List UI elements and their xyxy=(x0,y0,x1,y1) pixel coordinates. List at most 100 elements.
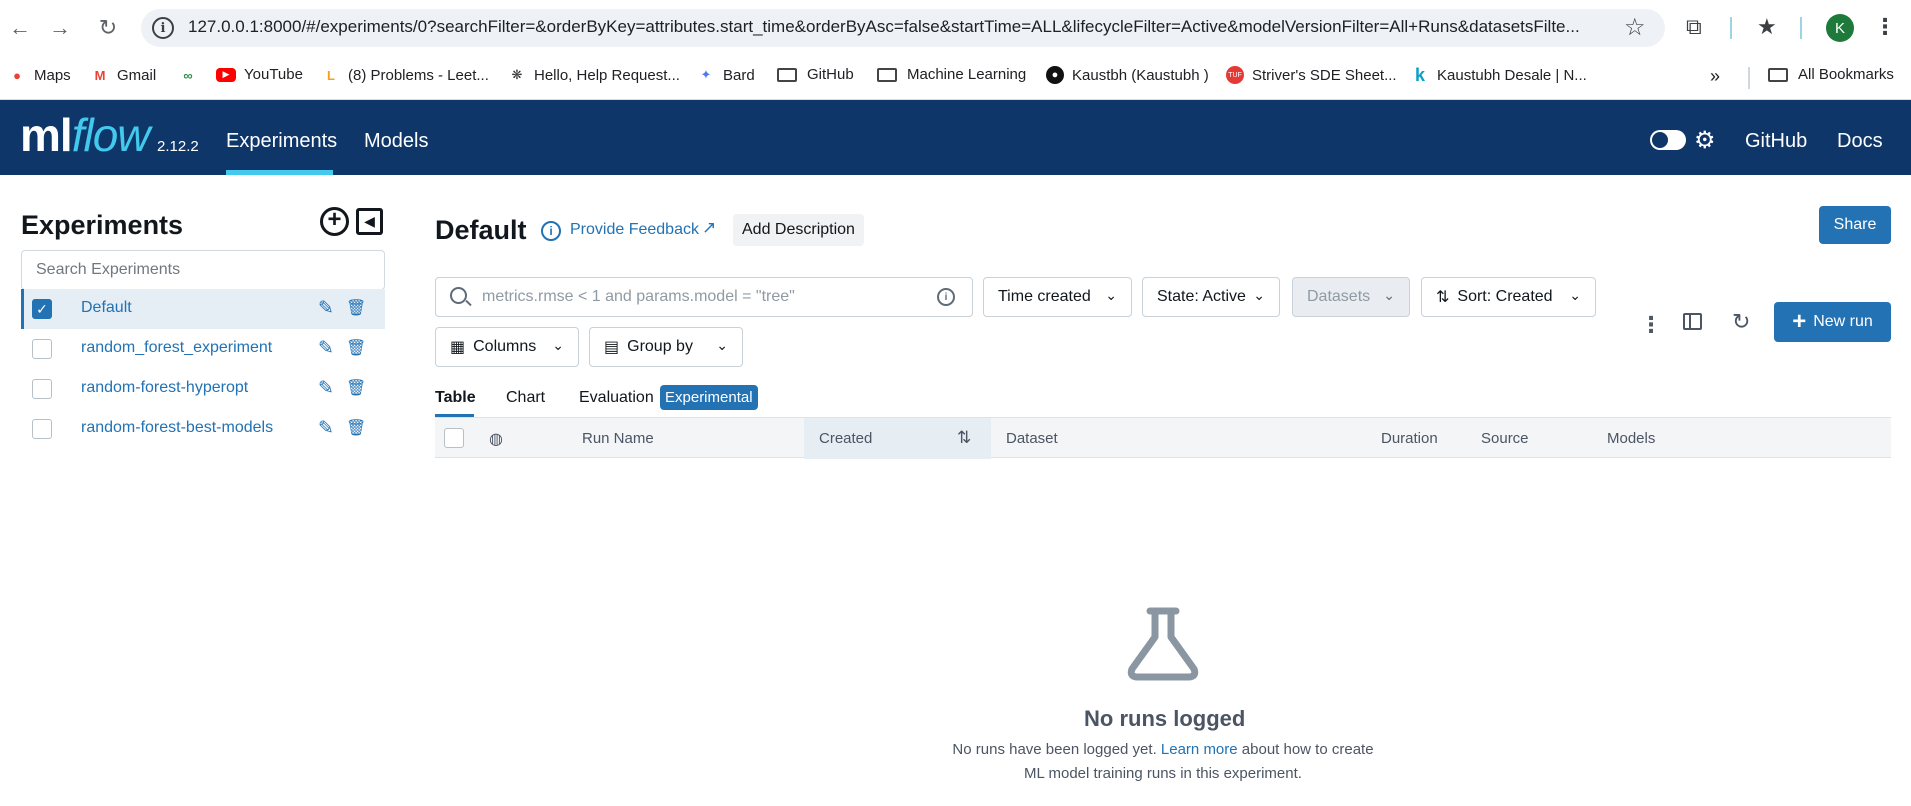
chevron-down-icon: ⌄ xyxy=(1253,287,1265,303)
column-models[interactable]: Models xyxy=(1607,430,1655,447)
add-description-button[interactable]: Add Description xyxy=(733,214,864,246)
run-search-input[interactable] xyxy=(482,278,942,316)
column-run-name[interactable]: Run Name xyxy=(582,430,654,447)
nav-models[interactable]: Models xyxy=(364,130,428,153)
column-duration[interactable]: Duration xyxy=(1381,430,1438,447)
learn-more-link[interactable]: Learn more xyxy=(1161,741,1238,758)
experiment-checkbox[interactable] xyxy=(32,379,52,399)
group-by-icon: ▤ xyxy=(604,339,620,356)
state-dropdown[interactable]: State: Active ⌄ xyxy=(1142,277,1280,317)
new-run-button[interactable]: + New run xyxy=(1774,302,1891,342)
column-source[interactable]: Source xyxy=(1481,430,1529,447)
bookmark-striver[interactable]: TUF Striver's SDE Sheet... xyxy=(1226,66,1397,84)
share-button[interactable]: Share xyxy=(1819,206,1891,244)
external-link-icon[interactable]: ↗ xyxy=(702,218,716,238)
edit-icon[interactable]: ✎ xyxy=(318,297,334,320)
dark-mode-toggle[interactable] xyxy=(1650,130,1686,150)
experiment-row[interactable]: random-forest-hyperopt ✎ 🗑 xyxy=(21,369,385,409)
tab-chart[interactable]: Chart xyxy=(506,389,545,407)
experiment-name[interactable]: random-forest-best-models xyxy=(81,419,273,437)
bookmark-youtube[interactable]: ▶ YouTube xyxy=(216,66,303,83)
experiment-checkbox[interactable] xyxy=(32,339,52,359)
bookmark-leetcode[interactable]: L (8) Problems - Leet... xyxy=(322,66,489,84)
columns-dropdown[interactable]: ▦ Columns ⌄ xyxy=(435,327,579,367)
experiment-checkbox[interactable] xyxy=(32,419,52,439)
sun-icon: ⚙ xyxy=(1694,127,1716,154)
bookmarks-manager-icon[interactable]: ★ xyxy=(1757,14,1777,40)
collapse-sidebar-icon[interactable]: ◀ xyxy=(356,208,383,235)
bookmark-star-icon[interactable]: ☆ xyxy=(1624,13,1646,42)
github-link[interactable]: GitHub xyxy=(1745,130,1807,153)
forward-icon[interactable]: → xyxy=(46,14,74,42)
edit-icon[interactable]: ✎ xyxy=(318,377,334,400)
experiment-checkbox[interactable]: ✓ xyxy=(32,299,52,319)
more-bookmarks-icon[interactable]: » xyxy=(1710,66,1720,87)
site-info-icon[interactable]: i xyxy=(152,17,174,39)
sidebar-title: Experiments xyxy=(21,210,184,240)
delete-icon[interactable]: 🗑 xyxy=(346,418,366,438)
bookmarks-bar: ● Maps M Gmail ∞ ▶ YouTube L (8) Problem… xyxy=(0,56,1911,100)
edit-icon[interactable]: ✎ xyxy=(318,337,334,360)
run-search[interactable]: i xyxy=(435,277,973,317)
chevron-down-icon: ⌄ xyxy=(552,337,564,353)
folder-icon xyxy=(777,67,797,82)
sort-dropdown[interactable]: ⇅ Sort: Created ⌄ xyxy=(1421,277,1596,317)
tab-evaluation[interactable]: Evaluation xyxy=(579,389,654,407)
bookmark-gmail[interactable]: M Gmail xyxy=(91,66,157,84)
edit-icon[interactable]: ✎ xyxy=(318,417,334,440)
experiment-name[interactable]: random_forest_experiment xyxy=(81,339,272,357)
sort-icon: ⇅ xyxy=(1436,289,1450,306)
toggle-panel-icon[interactable] xyxy=(1683,313,1702,330)
delete-icon[interactable]: 🗑 xyxy=(346,378,366,398)
visibility-off-icon[interactable]: ◍ xyxy=(489,429,503,449)
experiment-row[interactable]: random-forest-best-models ✎ 🗑 xyxy=(21,409,385,449)
bookmark-bard[interactable]: ✦ Bard xyxy=(697,66,755,84)
bookmark-folder-machine-learning[interactable]: Machine Learning xyxy=(877,66,1026,83)
reload-icon[interactable]: ↻ xyxy=(94,14,122,42)
maps-icon: ● xyxy=(13,67,21,83)
datasets-dropdown[interactable]: Datasets ⌄ xyxy=(1292,277,1410,317)
provide-feedback-link[interactable]: Provide Feedback xyxy=(570,221,699,239)
column-created[interactable]: Created xyxy=(819,430,872,447)
select-all-checkbox[interactable] xyxy=(444,428,464,448)
all-bookmarks[interactable]: All Bookmarks xyxy=(1768,66,1894,83)
browser-toolbar: ← → ↻ i 127.0.0.1:8000/#/experiments/0?s… xyxy=(0,0,1911,56)
profile-avatar[interactable]: K xyxy=(1826,14,1854,42)
create-experiment-icon[interactable]: + xyxy=(320,207,349,236)
tab-table[interactable]: Table xyxy=(435,389,476,407)
refresh-icon[interactable]: ↻ xyxy=(1732,309,1750,335)
toolbar-divider xyxy=(1730,17,1732,39)
back-icon[interactable]: ← xyxy=(6,14,34,42)
experimental-badge: Experimental xyxy=(660,385,758,410)
delete-icon[interactable]: 🗑 xyxy=(346,298,366,318)
mlflow-logo[interactable]: mlflow xyxy=(20,108,150,162)
bookmark-folder-github[interactable]: GitHub xyxy=(777,66,854,83)
delete-icon[interactable]: 🗑 xyxy=(346,338,366,358)
info-icon[interactable]: i xyxy=(541,221,561,241)
bookmark-openai[interactable]: ❋ Hello, Help Request... xyxy=(508,66,680,84)
docs-link[interactable]: Docs xyxy=(1837,130,1883,153)
url-text[interactable]: 127.0.0.1:8000/#/experiments/0?searchFil… xyxy=(188,17,1618,37)
time-created-dropdown[interactable]: Time created ⌄ xyxy=(983,277,1132,317)
experiment-row-default[interactable]: ✓ Default ✎ 🗑 xyxy=(21,289,385,329)
more-options-icon[interactable]: ⋮ xyxy=(1640,312,1662,338)
sort-descending-icon[interactable]: ⇅ xyxy=(957,428,971,448)
bookmark-github-profile[interactable]: ● Kaustbh (Kaustubh ) xyxy=(1046,66,1209,84)
folder-icon xyxy=(1768,67,1788,82)
search-experiments[interactable] xyxy=(21,250,385,290)
bookmark-geeksforgeeks[interactable]: ∞ xyxy=(176,66,208,84)
experiment-name[interactable]: random-forest-hyperopt xyxy=(81,379,248,397)
experiment-row[interactable]: random_forest_experiment ✎ 🗑 xyxy=(21,329,385,369)
column-dataset[interactable]: Dataset xyxy=(1006,430,1058,447)
group-by-dropdown[interactable]: ▤ Group by ⌄ xyxy=(589,327,743,367)
search-experiments-input[interactable] xyxy=(22,251,384,289)
browser-menu-icon[interactable]: ⋮ xyxy=(1874,14,1896,40)
openai-icon: ❋ xyxy=(511,67,523,82)
bookmark-maps[interactable]: ● Maps xyxy=(8,66,71,84)
extensions-icon[interactable]: ⧉ xyxy=(1686,14,1702,40)
tuf-icon: TUF xyxy=(1226,66,1244,84)
search-info-icon[interactable]: i xyxy=(937,288,955,306)
nav-experiments[interactable]: Experiments xyxy=(226,130,337,153)
bookmark-kaustubh[interactable]: k Kaustubh Desale | N... xyxy=(1411,65,1587,85)
experiment-name[interactable]: Default xyxy=(81,299,132,317)
